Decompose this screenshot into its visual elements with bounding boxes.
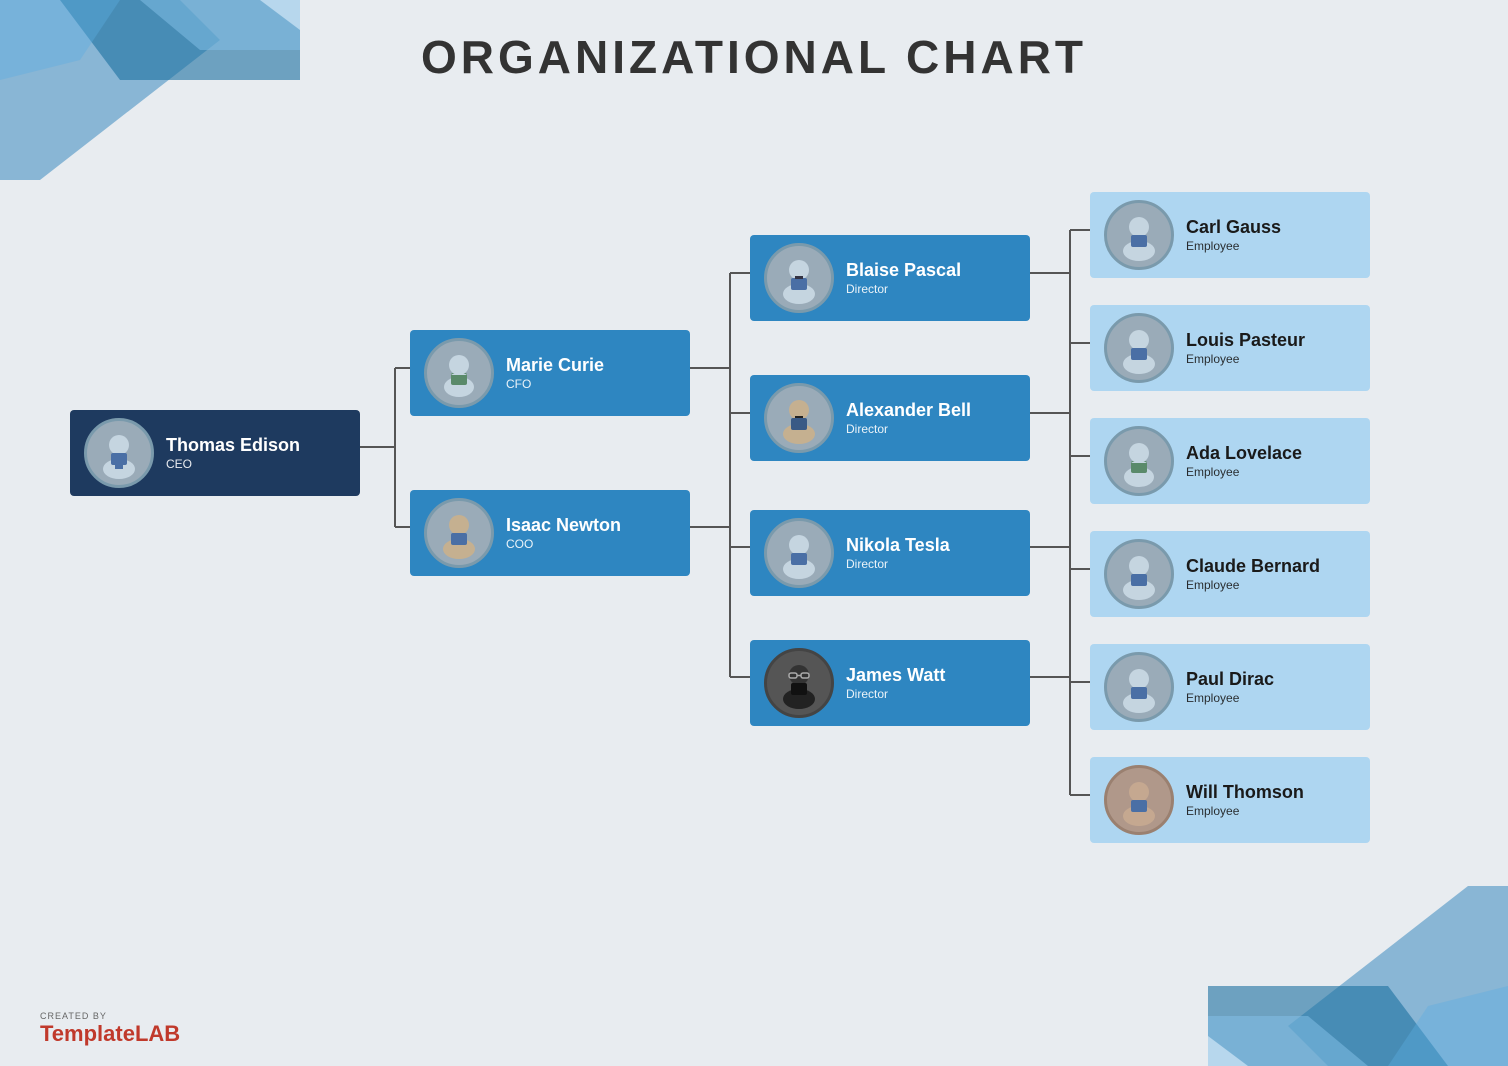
cfo-role: CFO xyxy=(506,377,604,391)
node-gauss: Carl Gauss Employee xyxy=(1090,192,1370,278)
avatar-coo xyxy=(424,498,494,568)
node-coo: Isaac Newton COO xyxy=(410,490,690,576)
thomson-name: Will Thomson xyxy=(1186,782,1304,804)
lovelace-name: Ada Lovelace xyxy=(1186,443,1302,465)
node-cfo: Marie Curie CFO xyxy=(410,330,690,416)
node-thomson: Will Thomson Employee xyxy=(1090,757,1370,843)
thomson-role: Employee xyxy=(1186,804,1304,818)
avatar-thomson xyxy=(1104,765,1174,835)
node-pasteur: Louis Pasteur Employee xyxy=(1090,305,1370,391)
card-text-bernard: Claude Bernard Employee xyxy=(1186,556,1320,592)
node-lovelace: Ada Lovelace Employee xyxy=(1090,418,1370,504)
avatar-bell xyxy=(764,383,834,453)
watt-name: James Watt xyxy=(846,665,945,687)
card-text-coo: Isaac Newton COO xyxy=(506,515,621,551)
node-bernard: Claude Bernard Employee xyxy=(1090,531,1370,617)
dirac-name: Paul Dirac xyxy=(1186,669,1274,691)
gauss-role: Employee xyxy=(1186,239,1281,253)
card-text-pascal: Blaise Pascal Director xyxy=(846,260,961,296)
dirac-role: Employee xyxy=(1186,691,1274,705)
watermark: CREATED BY TemplateLAB xyxy=(40,1012,180,1046)
card-text-cfo: Marie Curie CFO xyxy=(506,355,604,391)
pasteur-role: Employee xyxy=(1186,352,1305,366)
card-text-pasteur: Louis Pasteur Employee xyxy=(1186,330,1305,366)
tesla-role: Director xyxy=(846,557,950,571)
pascal-role: Director xyxy=(846,282,961,296)
watermark-brand: TemplateLAB xyxy=(40,1022,180,1046)
node-dirac: Paul Dirac Employee xyxy=(1090,644,1370,730)
node-watt: James Watt Director xyxy=(750,640,1030,726)
ceo-name: Thomas Edison xyxy=(166,435,300,457)
bell-name: Alexander Bell xyxy=(846,400,971,422)
avatar-gauss xyxy=(1104,200,1174,270)
avatar-lovelace xyxy=(1104,426,1174,496)
lovelace-role: Employee xyxy=(1186,465,1302,479)
avatar-bernard xyxy=(1104,539,1174,609)
card-text-watt: James Watt Director xyxy=(846,665,945,701)
cfo-name: Marie Curie xyxy=(506,355,604,377)
node-tesla: Nikola Tesla Director xyxy=(750,510,1030,596)
card-text-lovelace: Ada Lovelace Employee xyxy=(1186,443,1302,479)
gauss-name: Carl Gauss xyxy=(1186,217,1281,239)
node-pascal: Blaise Pascal Director xyxy=(750,235,1030,321)
card-text-gauss: Carl Gauss Employee xyxy=(1186,217,1281,253)
avatar-pasteur xyxy=(1104,313,1174,383)
avatar-ceo xyxy=(84,418,154,488)
card-text-tesla: Nikola Tesla Director xyxy=(846,535,950,571)
bernard-name: Claude Bernard xyxy=(1186,556,1320,578)
bell-role: Director xyxy=(846,422,971,436)
avatar-tesla xyxy=(764,518,834,588)
watt-role: Director xyxy=(846,687,945,701)
coo-role: COO xyxy=(506,537,621,551)
card-text-dirac: Paul Dirac Employee xyxy=(1186,669,1274,705)
card-text-thomson: Will Thomson Employee xyxy=(1186,782,1304,818)
tesla-name: Nikola Tesla xyxy=(846,535,950,557)
node-bell: Alexander Bell Director xyxy=(750,375,1030,461)
node-ceo: Thomas Edison CEO xyxy=(70,410,360,496)
ceo-role: CEO xyxy=(166,457,300,471)
card-text-ceo: Thomas Edison CEO xyxy=(166,435,300,471)
avatar-watt xyxy=(764,648,834,718)
bernard-role: Employee xyxy=(1186,578,1320,592)
card-text-bell: Alexander Bell Director xyxy=(846,400,971,436)
pascal-name: Blaise Pascal xyxy=(846,260,961,282)
chart-container: Thomas Edison CEO Marie Curie CFO xyxy=(30,120,1478,966)
coo-name: Isaac Newton xyxy=(506,515,621,537)
pasteur-name: Louis Pasteur xyxy=(1186,330,1305,352)
avatar-cfo xyxy=(424,338,494,408)
page-title: ORGANIZATIONAL CHART xyxy=(0,30,1508,84)
avatar-pascal xyxy=(764,243,834,313)
avatar-dirac xyxy=(1104,652,1174,722)
